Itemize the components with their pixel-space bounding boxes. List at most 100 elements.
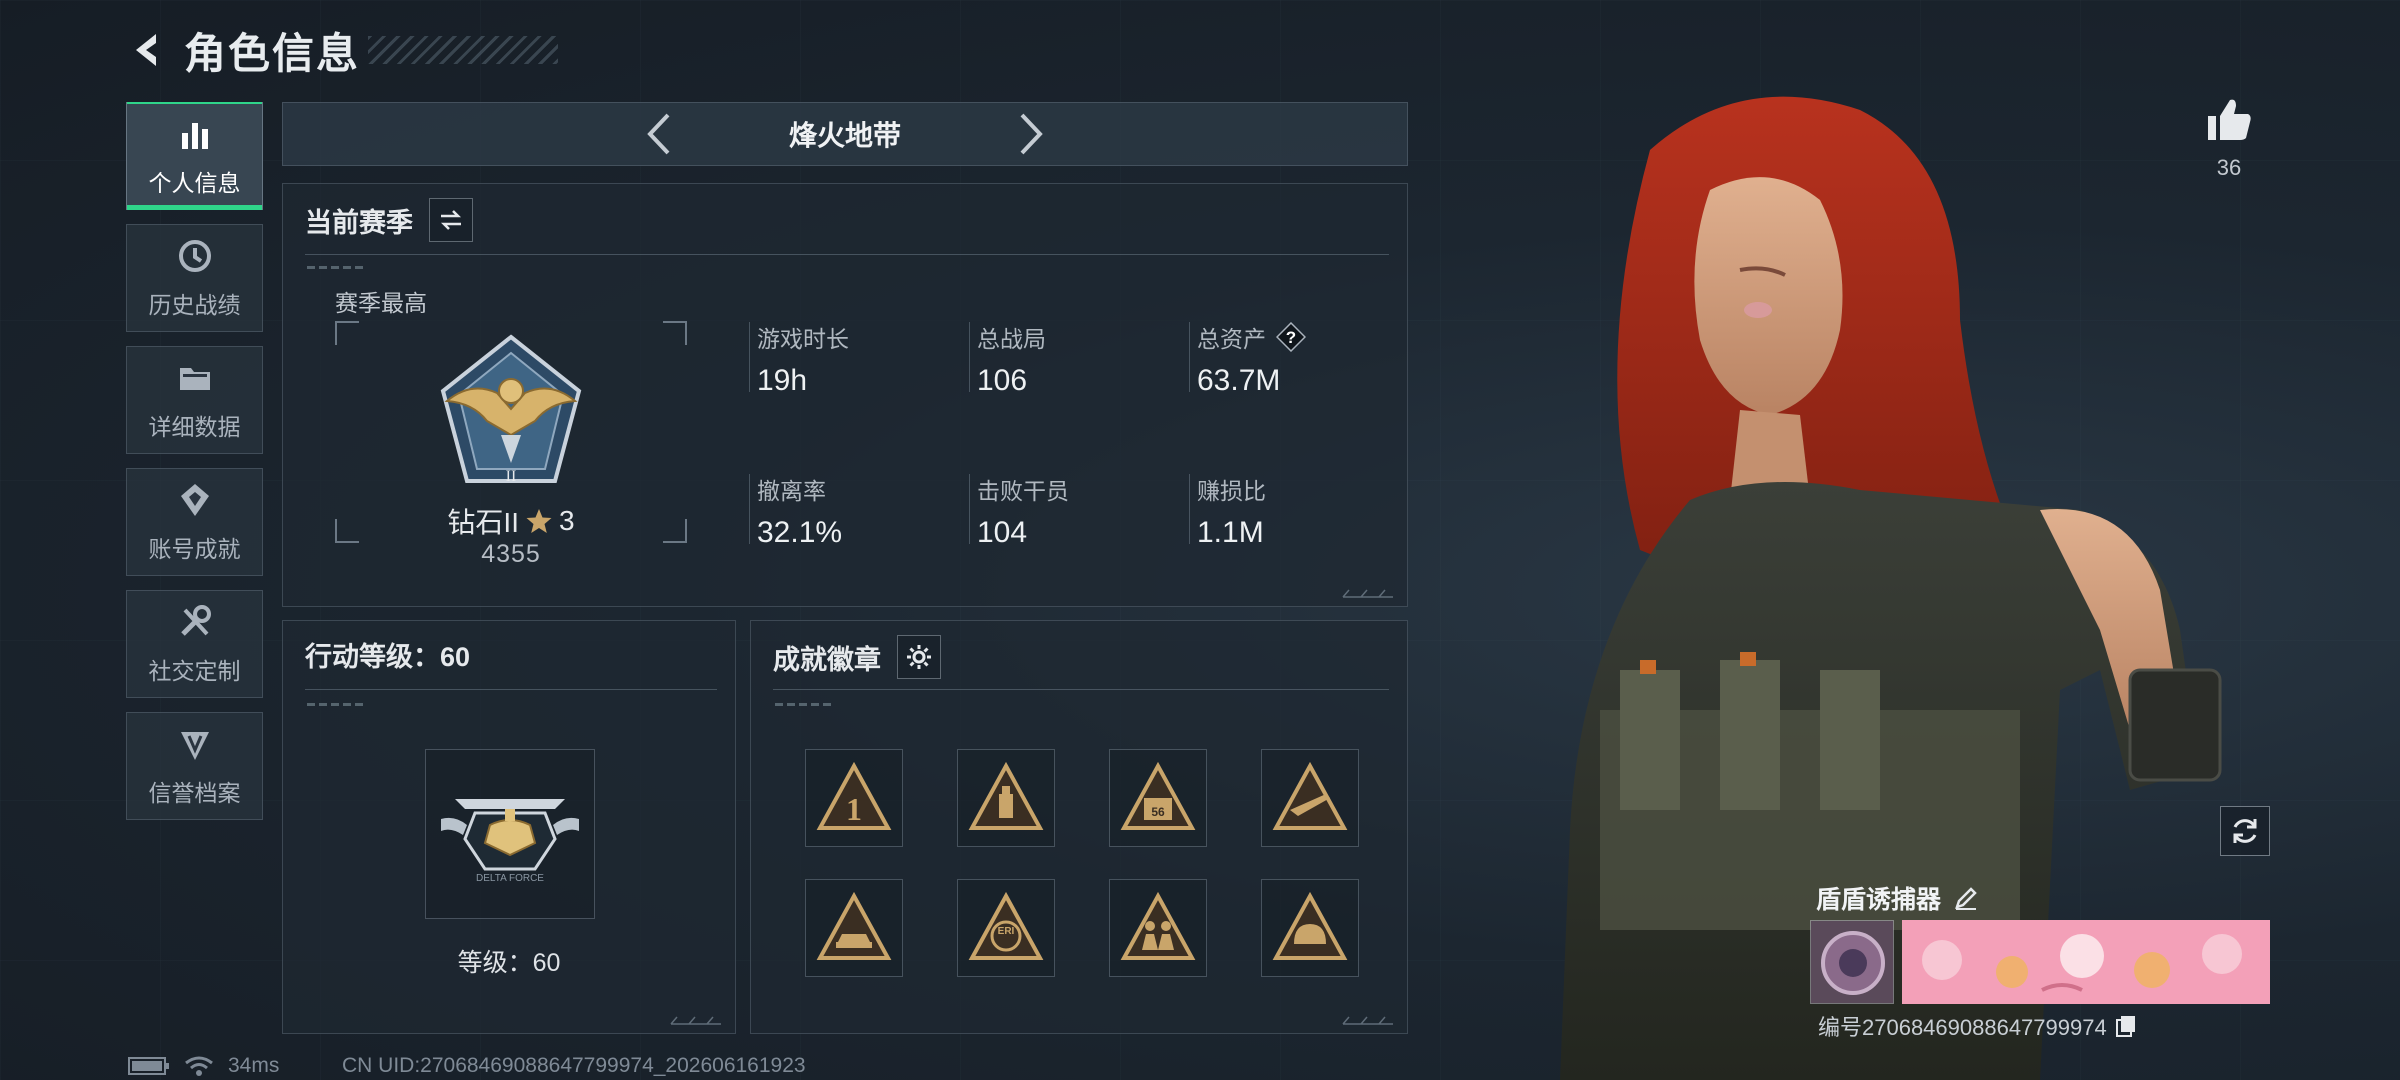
swap-icon <box>440 210 462 230</box>
season-title: 当前赛季 <box>305 207 413 238</box>
star-icon <box>526 509 552 533</box>
tools-icon <box>175 602 215 642</box>
credit-icon <box>175 724 215 764</box>
bar-chart-icon <box>175 114 215 154</box>
achievement-panel: 成就徽章 1 56 ERI <box>750 620 1408 1034</box>
sidebar-item-history[interactable]: 历史战绩 <box>126 224 263 332</box>
decoration <box>307 703 367 706</box>
achievement-badge[interactable] <box>1261 749 1359 847</box>
svg-text:II: II <box>506 468 517 485</box>
folder-icon <box>175 358 215 398</box>
season-panel: 当前赛季 赛季最高 II 钻石II 3 4355 游戏时长 19h 总战局 10… <box>282 183 1408 607</box>
corner-decoration <box>1342 1016 1393 1025</box>
achievement-badge[interactable] <box>957 749 1055 847</box>
stat-extract-rate: 撤离率 32.1% <box>749 472 842 550</box>
corner-decoration <box>670 1016 721 1025</box>
rank-stars: 3 <box>558 505 575 536</box>
sidebar-item-label: 社交定制 <box>148 658 241 684</box>
corner-decoration <box>1342 589 1393 598</box>
profile-banner[interactable] <box>1902 920 2270 1004</box>
sidebar-item-label: 信誉档案 <box>148 780 241 806</box>
badge-rifle-icon <box>1272 761 1348 830</box>
rank-emblem-icon: II <box>431 331 591 491</box>
action-level-panel: 行动等级：60 DELTA FORCE 等级：60 <box>282 620 736 1034</box>
divider <box>305 254 1389 255</box>
badge-56-icon: 56 <box>1120 761 1196 830</box>
decoration <box>775 703 835 706</box>
like-button[interactable]: 36 <box>2204 96 2254 181</box>
status-bar: 34ms <box>128 1054 279 1078</box>
avatar[interactable] <box>1810 920 1894 1004</box>
like-count: 36 <box>2216 155 2242 180</box>
prev-mode-icon[interactable] <box>639 109 679 159</box>
rank-name: 钻石II 3 <box>447 505 575 538</box>
decoration <box>307 266 367 269</box>
achievement-badge[interactable]: 1 <box>805 749 903 847</box>
card-name-row: 盾盾诱捕器 <box>1816 880 1979 916</box>
page-title: 角色信息 <box>184 29 361 77</box>
ping-value: 34ms <box>228 1054 280 1077</box>
divider <box>305 689 717 690</box>
badge-bottle-icon <box>968 761 1044 830</box>
achievement-settings-button[interactable] <box>897 635 941 679</box>
badge-squad-icon <box>1120 891 1196 960</box>
history-icon <box>175 236 215 276</box>
rank-score: 4355 <box>481 540 541 568</box>
achievement-badge[interactable]: 56 <box>1109 749 1207 847</box>
stat-play-time: 游戏时长 19h <box>749 320 849 398</box>
helicopter-badge-icon: DELTA FORCE <box>441 799 579 884</box>
divider <box>773 689 1389 690</box>
mode-title: 烽火地带 <box>788 120 901 151</box>
help-icon[interactable]: ? <box>1276 322 1306 352</box>
battery-icon <box>128 1057 169 1075</box>
badge-vehicle-icon <box>816 891 892 960</box>
thumbs-up-icon <box>2208 99 2251 140</box>
sidebar-item-label: 个人信息 <box>148 170 241 196</box>
svg-text:ERI: ERI <box>998 926 1015 937</box>
sidebar-item-label: 历史战绩 <box>148 292 241 318</box>
player-id: 编号2706846908864779997​4 <box>1818 1015 2107 1040</box>
badge-eri-icon: ERI <box>968 891 1044 960</box>
achievement-icon <box>175 480 215 520</box>
stat-kills: 击败干员 104 <box>969 472 1069 550</box>
badge-grid: 1 56 ERI <box>805 749 1359 977</box>
sidebar-item-detail-data[interactable]: 详细数据 <box>126 346 263 454</box>
achievement-badge[interactable] <box>1109 879 1207 977</box>
back-arrow-icon[interactable] <box>126 28 170 72</box>
rotate-model-button[interactable] <box>2220 806 2270 856</box>
next-mode-icon[interactable] <box>1011 109 1051 159</box>
sidebar-item-label: 详细数据 <box>148 414 241 440</box>
refresh-icon <box>2233 819 2257 843</box>
sidebar-item-label: 账号成就 <box>148 536 241 562</box>
player-nickname: 盾盾诱捕器 <box>1816 886 1942 914</box>
sidebar: 个人信息 历史战绩 详细数据 账号成就 社交定制 信誉档案 <box>126 102 263 834</box>
switch-season-button[interactable] <box>429 198 473 242</box>
sidebar-item-personal-info[interactable]: 个人信息 <box>126 102 263 210</box>
badge-rank-one-icon: 1 <box>816 761 892 830</box>
stat-profit-ratio: 赚损比 1.1M <box>1189 472 1266 550</box>
svg-text:1: 1 <box>846 791 862 827</box>
sidebar-item-social[interactable]: 社交定制 <box>126 590 263 698</box>
page-header: 角色信息 <box>126 22 559 78</box>
player-id-row: 编号2706846908864779997​4 <box>1818 1010 2137 1042</box>
rank-frame: II 钻石II 3 <box>335 321 687 543</box>
stat-total-assets: 总资产 ? 63.7M <box>1189 320 1306 398</box>
copy-icon[interactable] <box>2115 1014 2137 1038</box>
achievement-title: 成就徽章 <box>773 644 881 675</box>
svg-text:56: 56 <box>1151 805 1165 819</box>
uid-text: CN UID:27068469088647799974_202606161923 <box>342 1054 806 1077</box>
sidebar-item-credit[interactable]: 信誉档案 <box>126 712 263 820</box>
level-text: 等级：60 <box>457 949 561 977</box>
svg-text:?: ? <box>1286 328 1296 347</box>
achievement-badge[interactable] <box>805 879 903 977</box>
wifi-icon <box>185 1056 213 1076</box>
season-best-label: 赛季最高 <box>335 290 427 316</box>
sidebar-item-achievements[interactable]: 账号成就 <box>126 468 263 576</box>
svg-text:DELTA FORCE: DELTA FORCE <box>476 873 544 884</box>
stat-total-matches: 总战局 106 <box>969 320 1046 398</box>
header-decoration <box>368 36 559 64</box>
edit-icon[interactable] <box>1953 885 1979 911</box>
gear-icon <box>907 645 931 669</box>
achievement-badge[interactable]: ERI <box>957 879 1055 977</box>
achievement-badge[interactable] <box>1261 879 1359 977</box>
